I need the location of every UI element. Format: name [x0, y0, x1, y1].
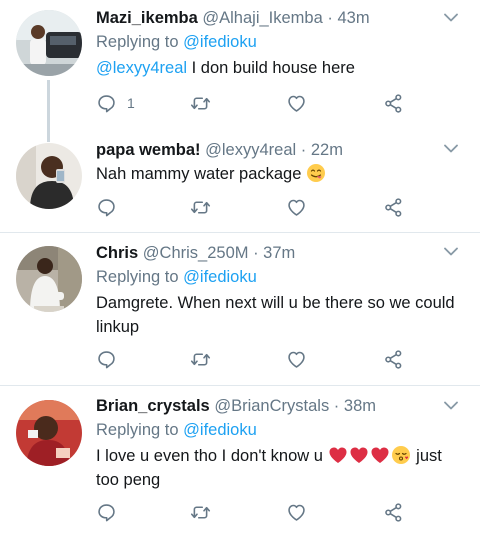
- avatar[interactable]: [16, 143, 82, 209]
- replying-to-mention[interactable]: @ifedioku: [183, 268, 257, 286]
- retweet-button[interactable]: [190, 500, 211, 524]
- tweet-2[interactable]: papa wemba! @lexyy4real · 22m Nah mammy …: [0, 130, 480, 232]
- user-handle[interactable]: @Chris_250M: [143, 244, 249, 262]
- reply-button[interactable]: [96, 347, 117, 371]
- text-content: Nah mammy water package: [96, 165, 302, 183]
- avatar-image: [16, 246, 82, 312]
- like-icon: [288, 351, 305, 368]
- like-icon: [288, 199, 305, 216]
- share-button[interactable]: [383, 195, 404, 219]
- tweet-actions: [96, 195, 426, 219]
- separator-dot: ·: [327, 9, 333, 27]
- share-icon: [385, 502, 402, 522]
- share-button[interactable]: [383, 500, 404, 524]
- timestamp[interactable]: 43m: [337, 9, 369, 27]
- reply-icon: [98, 198, 115, 216]
- replying-to-label: Replying to: [96, 268, 179, 286]
- text-content: I don build house here: [187, 59, 355, 77]
- tweet-text: @lexyy4real I don build house here: [96, 56, 460, 80]
- retweet-icon: [190, 96, 211, 110]
- text-mention[interactable]: @lexyy4real: [96, 59, 187, 77]
- avatar-image: [16, 400, 82, 466]
- like-icon: [288, 504, 305, 521]
- tweet-text: Nah mammy water package: [96, 162, 460, 186]
- like-button[interactable]: [286, 347, 307, 371]
- tweet-text: Damgrete. When next will u be there so w…: [96, 294, 455, 336]
- display-name[interactable]: Chris: [96, 244, 138, 262]
- replying-to: Replying to @ifedioku: [96, 32, 460, 52]
- chevron-down-icon[interactable]: [444, 401, 458, 415]
- chevron-down-icon[interactable]: [444, 13, 458, 27]
- replying-to: Replying to @ifedioku: [96, 420, 460, 440]
- reply-count: 1: [127, 95, 135, 111]
- separator-dot: ·: [300, 141, 307, 159]
- tweet-header: Mazi_ikemba @Alhaji_Ikemba · 43m: [96, 8, 460, 28]
- share-button[interactable]: [383, 347, 404, 371]
- reply-icon: [98, 503, 115, 521]
- separator-dot: ·: [253, 244, 259, 262]
- tweet-3[interactable]: Chris @Chris_250M · 37m Replying to @ife…: [0, 233, 480, 385]
- tweet-header: Brian_crystals @BrianCrystals · 38m: [96, 396, 460, 416]
- timestamp[interactable]: 37m: [263, 244, 295, 262]
- share-button[interactable]: [383, 91, 404, 115]
- chevron-down-icon[interactable]: [444, 144, 458, 158]
- retweet-icon: [190, 505, 211, 519]
- replying-to-mention[interactable]: @ifedioku: [183, 33, 257, 51]
- share-icon: [385, 197, 402, 217]
- share-icon: [385, 93, 402, 113]
- retweet-button[interactable]: [190, 195, 211, 219]
- reply-icon: [98, 350, 115, 368]
- replying-to-mention[interactable]: @ifedioku: [183, 421, 257, 439]
- user-handle[interactable]: @Alhaji_Ikemba: [202, 9, 322, 27]
- tweet-actions: [96, 347, 426, 371]
- replying-to-label: Replying to: [96, 421, 179, 439]
- reply-icon: [98, 94, 115, 112]
- like-icon: [288, 95, 305, 112]
- timestamp[interactable]: 38m: [344, 397, 376, 415]
- avatar-image: [16, 143, 82, 209]
- retweet-icon: [190, 200, 211, 214]
- tweet-actions: 1: [96, 91, 426, 115]
- like-button[interactable]: [286, 500, 307, 524]
- tweet-4[interactable]: Brian_crystals @BrianCrystals · 38m Repl…: [0, 386, 480, 539]
- tweet-header: papa wemba! @lexyy4real · 22m: [96, 140, 460, 160]
- replying-to-label: Replying to: [96, 33, 179, 51]
- tweet-text: I love u even tho I don't know u just to…: [96, 444, 460, 492]
- face-blowing-kiss-icon: [391, 446, 410, 464]
- avatar[interactable]: [16, 10, 82, 76]
- reply-button[interactable]: 1: [96, 91, 135, 115]
- retweet-button[interactable]: [190, 91, 211, 115]
- user-handle[interactable]: @BrianCrystals: [214, 397, 329, 415]
- tweet-actions: [96, 500, 426, 524]
- red-heart-icon: [350, 447, 368, 463]
- red-heart-icon: [371, 447, 389, 463]
- reply-button[interactable]: [96, 500, 117, 524]
- retweet-icon: [190, 352, 211, 366]
- like-button[interactable]: [286, 91, 307, 115]
- share-icon: [385, 349, 402, 369]
- timestamp[interactable]: 22m: [311, 141, 343, 159]
- avatar-image: [16, 10, 82, 76]
- chevron-down-icon[interactable]: [444, 247, 458, 261]
- like-button[interactable]: [286, 195, 307, 219]
- display-name[interactable]: papa wemba!: [96, 141, 201, 159]
- tweet-header: Chris @Chris_250M · 37m: [96, 243, 460, 263]
- separator-dot: ·: [333, 397, 340, 415]
- replying-to: Replying to @ifedioku: [96, 267, 460, 287]
- user-handle[interactable]: @lexyy4real: [205, 141, 296, 159]
- display-name[interactable]: Mazi_ikemba: [96, 9, 198, 27]
- retweet-button[interactable]: [190, 347, 211, 371]
- red-heart-icon: [329, 447, 347, 463]
- text-content: I love u even tho I don't know u: [96, 447, 328, 465]
- reply-button[interactable]: [96, 195, 117, 219]
- display-name[interactable]: Brian_crystals: [96, 397, 210, 415]
- avatar[interactable]: [16, 246, 82, 312]
- avatar[interactable]: [16, 400, 82, 466]
- face-savoring-food-icon: [307, 164, 326, 182]
- tweet-1[interactable]: Mazi_ikemba @Alhaji_Ikemba · 43m Replyin…: [0, 0, 480, 142]
